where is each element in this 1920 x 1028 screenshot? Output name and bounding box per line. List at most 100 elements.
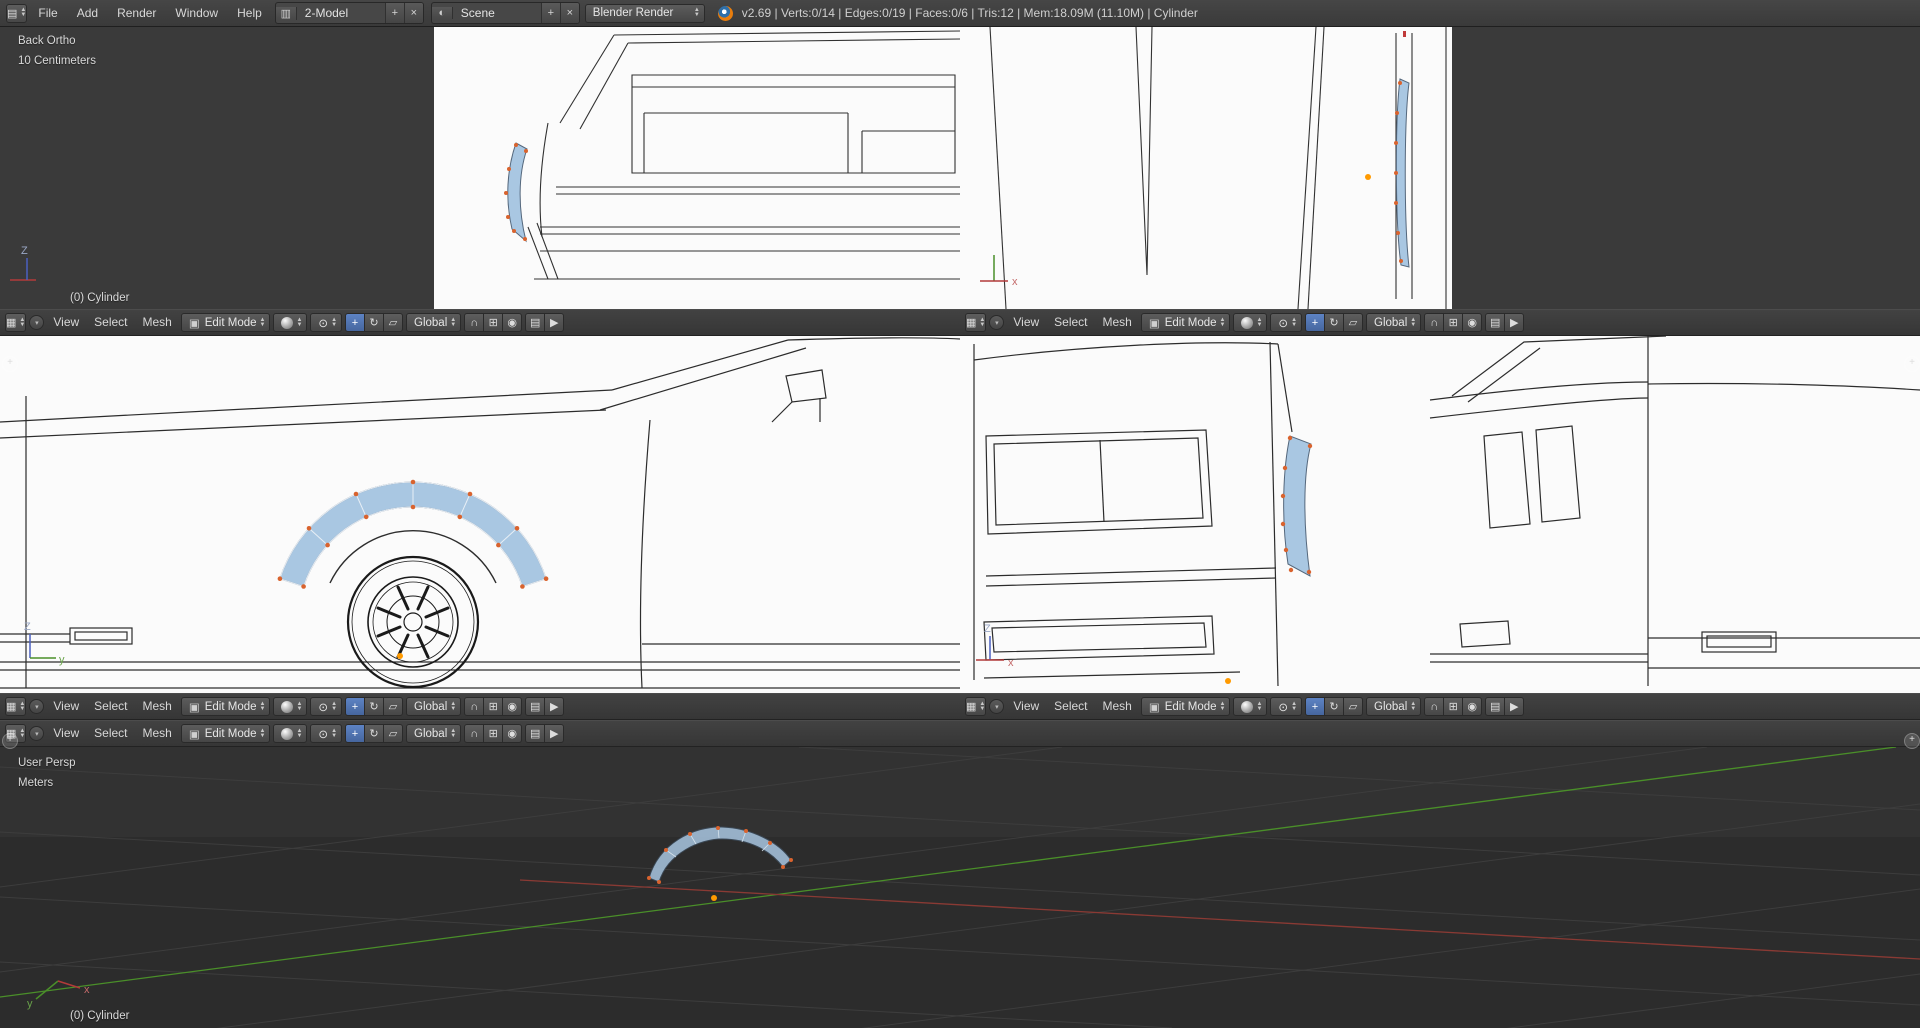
mode-dropdown[interactable]: ▣ Edit Mode ▲ ▼ [180, 724, 271, 743]
orientation-dropdown[interactable]: Global ▲ ▼ [1366, 697, 1422, 716]
mesh-menu[interactable]: Mesh [1097, 694, 1138, 719]
rotate-manipulator-button[interactable]: ↻ [1324, 697, 1345, 716]
pivot-dropdown[interactable]: ⊙ ▲ ▼ [310, 697, 343, 716]
region-expand-button[interactable]: + [2, 356, 18, 372]
translate-manipulator-button[interactable]: + [345, 313, 366, 332]
mode-dropdown[interactable]: ▣ Edit Mode ▲ ▼ [180, 697, 271, 716]
snap-element-button[interactable]: ⊞ [483, 313, 504, 332]
scale-manipulator-button[interactable]: ▱ [383, 313, 404, 332]
window-menu[interactable]: Window [167, 0, 226, 26]
rotate-manipulator-button[interactable]: ↻ [364, 697, 385, 716]
viewport-side-view-canvas[interactable]: Z y [0, 336, 960, 693]
region-expand-button[interactable]: + [2, 733, 18, 749]
view-menu[interactable]: View [47, 310, 85, 335]
render-engine-dropdown[interactable]: Blender Render ▲ ▼ [584, 3, 705, 23]
scale-manipulator-button[interactable]: ▱ [383, 697, 404, 716]
orientation-dropdown[interactable]: Global ▲ ▼ [406, 313, 462, 332]
editor-type-button[interactable]: ▦ ▲ ▼ [5, 313, 27, 332]
header-collapse-toggle[interactable]: ▾ [29, 699, 45, 714]
mesh-menu[interactable]: Mesh [137, 721, 178, 746]
mode-dropdown[interactable]: ▣ Edit Mode ▲ ▼ [1140, 697, 1231, 716]
snap-element-button[interactable]: ⊞ [483, 697, 504, 716]
snap-magnet-button[interactable]: ∩ [464, 313, 485, 332]
orientation-dropdown[interactable]: Global ▲ ▼ [406, 697, 462, 716]
render-opengl-button[interactable]: ▤ [1485, 313, 1506, 332]
view-menu[interactable]: View [1007, 694, 1045, 719]
viewport-shading-dropdown[interactable]: ▲ ▼ [1233, 697, 1268, 716]
info-editor-type-button[interactable]: ▤ ▲ ▼ [6, 3, 28, 23]
add-menu[interactable]: Add [69, 0, 106, 26]
add-layout-button[interactable]: + [384, 3, 404, 23]
render-opengl-anim-button[interactable]: ▶ [544, 697, 565, 716]
region-expand-button[interactable]: + [1904, 733, 1920, 749]
render-opengl-button[interactable]: ▤ [525, 313, 546, 332]
select-menu[interactable]: Select [88, 310, 133, 335]
pivot-dropdown[interactable]: ⊙ ▲ ▼ [1270, 313, 1303, 332]
header-collapse-toggle[interactable]: ▾ [989, 699, 1005, 714]
viewport-top-right-canvas[interactable]: x [960, 27, 1920, 309]
header-collapse-toggle[interactable]: ▾ [989, 315, 1005, 330]
viewport-shading-dropdown[interactable]: ▲ ▼ [1233, 313, 1268, 332]
mode-dropdown[interactable]: ▣ Edit Mode ▲ ▼ [1140, 313, 1231, 332]
snap-magnet-button[interactable]: ∩ [1424, 313, 1445, 332]
orientation-dropdown[interactable]: Global ▲ ▼ [1366, 313, 1422, 332]
render-opengl-anim-button[interactable]: ▶ [544, 313, 565, 332]
snap-element-button[interactable]: ⊞ [1443, 313, 1464, 332]
pivot-dropdown[interactable]: ⊙ ▲ ▼ [1270, 697, 1303, 716]
render-opengl-anim-button[interactable]: ▶ [544, 724, 565, 743]
pivot-dropdown[interactable]: ⊙ ▲ ▼ [310, 313, 343, 332]
editor-type-button[interactable]: ▦ ▲ ▼ [965, 697, 987, 716]
snap-magnet-button[interactable]: ∩ [464, 697, 485, 716]
view-menu[interactable]: View [1007, 310, 1045, 335]
orientation-dropdown[interactable]: Global ▲ ▼ [406, 724, 462, 743]
snap-magnet-button[interactable]: ∩ [464, 724, 485, 743]
select-menu[interactable]: Select [88, 721, 133, 746]
snap-element-button[interactable]: ⊞ [483, 724, 504, 743]
viewport-shading-dropdown[interactable]: ▲ ▼ [273, 313, 308, 332]
snap-magnet-button[interactable]: ∩ [1424, 697, 1445, 716]
viewport-shading-dropdown[interactable]: ▲ ▼ [273, 697, 308, 716]
select-menu[interactable]: Select [1048, 310, 1093, 335]
scale-manipulator-button[interactable]: ▱ [1343, 313, 1364, 332]
select-menu[interactable]: Select [88, 694, 133, 719]
rotate-manipulator-button[interactable]: ↻ [1324, 313, 1345, 332]
render-opengl-anim-button[interactable]: ▶ [1504, 697, 1525, 716]
proportional-edit-button[interactable]: ◉ [502, 724, 523, 743]
render-opengl-button[interactable]: ▤ [525, 724, 546, 743]
proportional-edit-button[interactable]: ◉ [1462, 313, 1483, 332]
proportional-edit-button[interactable]: ◉ [502, 697, 523, 716]
view-menu[interactable]: View [47, 721, 85, 746]
header-collapse-toggle[interactable]: ▾ [29, 315, 45, 330]
scene-selector[interactable]: ◐ Scene + × [430, 2, 580, 24]
editor-type-button[interactable]: ▦ ▲ ▼ [965, 313, 987, 332]
scale-manipulator-button[interactable]: ▱ [383, 724, 404, 743]
delete-layout-button[interactable]: × [403, 3, 423, 23]
snap-element-button[interactable]: ⊞ [1443, 697, 1464, 716]
editor-type-button[interactable]: ▦ ▲ ▼ [5, 697, 27, 716]
mode-dropdown[interactable]: ▣ Edit Mode ▲ ▼ [180, 313, 271, 332]
header-collapse-toggle[interactable]: ▾ [29, 726, 45, 741]
render-opengl-button[interactable]: ▤ [1485, 697, 1506, 716]
add-scene-button[interactable]: + [540, 3, 560, 23]
pivot-dropdown[interactable]: ⊙ ▲ ▼ [310, 724, 343, 743]
file-menu[interactable]: File [30, 0, 65, 26]
proportional-edit-button[interactable]: ◉ [502, 313, 523, 332]
view-menu[interactable]: View [47, 694, 85, 719]
select-menu[interactable]: Select [1048, 694, 1093, 719]
rotate-manipulator-button[interactable]: ↻ [364, 724, 385, 743]
scale-manipulator-button[interactable]: ▱ [1343, 697, 1364, 716]
mesh-menu[interactable]: Mesh [137, 694, 178, 719]
screen-layout-selector[interactable]: ▥ 2-Model + × [274, 2, 424, 24]
render-opengl-anim-button[interactable]: ▶ [1504, 313, 1525, 332]
render-opengl-button[interactable]: ▤ [525, 697, 546, 716]
translate-manipulator-button[interactable]: + [345, 724, 366, 743]
viewport-quarter-view-canvas[interactable]: Z x [960, 336, 1920, 693]
viewport-shading-dropdown[interactable]: ▲ ▼ [273, 724, 308, 743]
mesh-menu[interactable]: Mesh [1097, 310, 1138, 335]
delete-scene-button[interactable]: × [559, 3, 579, 23]
render-menu[interactable]: Render [109, 0, 164, 26]
translate-manipulator-button[interactable]: + [1305, 697, 1326, 716]
help-menu[interactable]: Help [229, 0, 270, 26]
region-expand-button[interactable]: + [1904, 356, 1920, 372]
viewport-back-ortho-canvas[interactable]: Z Back Ortho 10 Centimeters (0) Cylinder [0, 27, 960, 309]
